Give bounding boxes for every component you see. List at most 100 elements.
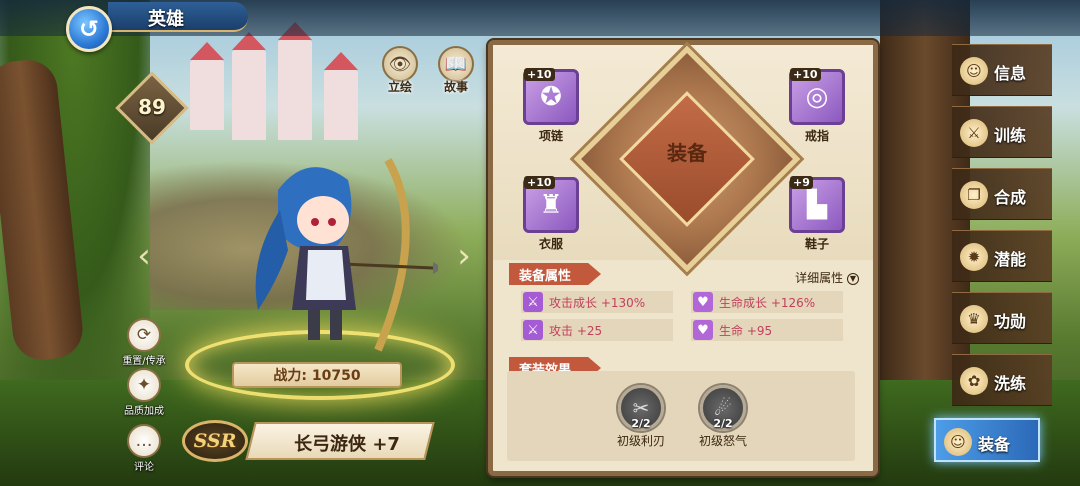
equipment-slot-ring[interactable]: ◎ +10 戒指 bbox=[789, 68, 845, 144]
castle-tower bbox=[190, 42, 224, 130]
eye-icon: 👁 bbox=[388, 53, 412, 75]
necklace-icon: ✪ bbox=[540, 82, 562, 112]
attribute-text: 攻击成长 +130% bbox=[549, 295, 646, 310]
slot-name: 戒指 bbox=[804, 129, 829, 143]
refine-icon: ✿ bbox=[960, 367, 988, 395]
prev-hero-arrow[interactable]: ‹ bbox=[132, 236, 156, 276]
merit-icon: ♛ bbox=[960, 305, 988, 333]
tab-label: 洗练 bbox=[994, 374, 1027, 393]
book-icon: 📖 bbox=[444, 53, 468, 75]
tab-training[interactable]: ⚔ 训练 bbox=[952, 106, 1052, 158]
slot-level: +9 bbox=[790, 176, 813, 189]
story-button[interactable]: 📖 bbox=[438, 46, 474, 82]
attribute-text: 生命成长 +126% bbox=[719, 295, 816, 310]
tab-info[interactable]: ☺ 信息 bbox=[952, 44, 1052, 96]
compose-icon: ❐ bbox=[960, 181, 988, 209]
portrait-button[interactable]: 👁 bbox=[382, 46, 418, 82]
potential-icon: ✹ bbox=[960, 243, 988, 271]
attribute-row: ⚔ 攻击成长 +130% bbox=[521, 291, 673, 313]
next-hero-arrow[interactable]: › bbox=[452, 236, 476, 276]
tab-potential[interactable]: ✹ 潜能 bbox=[952, 230, 1052, 282]
combat-power: 战力: 10750 bbox=[232, 362, 402, 388]
sword-icon: ⚔ bbox=[523, 320, 543, 340]
training-icon: ⚔ bbox=[960, 119, 988, 147]
tab-compose[interactable]: ❐ 合成 bbox=[952, 168, 1052, 220]
tab-label: 信息 bbox=[994, 64, 1027, 83]
attribute-row: ⚔ 攻击 +25 bbox=[521, 319, 673, 341]
boots-icon: ▙ bbox=[807, 190, 827, 220]
arrow-tip bbox=[433, 262, 438, 274]
set-name: 初级利刃 bbox=[616, 434, 665, 448]
tab-label: 装备 bbox=[978, 435, 1011, 454]
equipment-slot-necklace[interactable]: ✪ +10 项链 bbox=[523, 68, 579, 144]
hero-eye bbox=[328, 218, 336, 226]
attribute-row: ♥ 生命成长 +126% bbox=[691, 291, 843, 313]
hero-leg bbox=[308, 310, 320, 340]
set-name: 初级怒气 bbox=[698, 434, 747, 448]
longbow bbox=[374, 158, 410, 352]
hero-eye bbox=[311, 218, 319, 226]
slot-level: +10 bbox=[524, 68, 555, 81]
slot-level: +10 bbox=[524, 176, 555, 189]
back-arrow-icon: ↺ bbox=[78, 15, 100, 43]
chevron-down-icon: ▼ bbox=[847, 272, 859, 285]
reset-inherit-label: 重置/传承 bbox=[122, 356, 166, 367]
ring-icon: ◎ bbox=[805, 82, 829, 112]
rarity-badge: SSR bbox=[182, 420, 248, 462]
castle-tower bbox=[324, 52, 358, 140]
castle-tower bbox=[278, 22, 312, 140]
heart-icon: ♥ bbox=[693, 292, 713, 312]
tab-merit[interactable]: ♛ 功勋 bbox=[952, 292, 1052, 344]
attribute-row: ♥ 生命 +95 bbox=[691, 319, 843, 341]
portrait-label: 立绘 bbox=[387, 80, 412, 94]
comment-button[interactable]: … 评论 bbox=[120, 424, 168, 473]
castle-tower bbox=[232, 32, 266, 140]
info-icon: ☺ bbox=[960, 57, 988, 85]
hero-leg bbox=[330, 310, 342, 340]
set-effects-area bbox=[507, 371, 855, 461]
hero-character[interactable] bbox=[238, 150, 438, 360]
chat-bubble-icon: … bbox=[127, 424, 161, 458]
right-nav: ☺ 信息 ⚔ 训练 ❐ 合成 ✹ 潜能 ♛ 功勋 ✿ 洗练 ☺ 装备 bbox=[934, 40, 1058, 486]
tab-label: 功勋 bbox=[994, 312, 1027, 331]
armor-icon: ♜ bbox=[539, 190, 563, 220]
slot-name: 鞋子 bbox=[804, 237, 829, 251]
tab-equipment[interactable]: ☺ 装备 bbox=[934, 418, 1040, 462]
equipment-title: 装备 bbox=[667, 141, 707, 165]
tab-label: 潜能 bbox=[994, 250, 1027, 269]
tab-label: 合成 bbox=[994, 188, 1027, 207]
equipment-slot-boots[interactable]: ▙ +9 鞋子 bbox=[789, 176, 845, 252]
quality-bonus-label: 品质加成 bbox=[124, 406, 164, 417]
hero-face bbox=[297, 196, 349, 244]
set-count: 2/2 bbox=[631, 417, 651, 430]
reset-inherit-button[interactable]: ⟳ 重置/传承 bbox=[120, 318, 168, 367]
equipment-slot-armor[interactable]: ♜ +10 衣服 bbox=[523, 176, 579, 252]
slot-name: 项链 bbox=[538, 129, 563, 143]
page-title: 英雄 bbox=[148, 9, 184, 30]
quality-bonus-button[interactable]: ✦ 品质加成 bbox=[120, 368, 168, 417]
set-effect-item[interactable]: ✂ 2/2 初级利刃 bbox=[611, 385, 671, 449]
slot-level: +10 bbox=[790, 68, 821, 81]
detail-label: 详细属性 bbox=[795, 270, 844, 285]
set-effect-item[interactable]: ☄ 2/2 初级怒气 bbox=[693, 385, 753, 449]
flame-icon: ✦ bbox=[127, 368, 161, 402]
equipment-panel: 装备 ✪ +10 项链 ◎ +10 戒指 ♜ +10 衣服 ▙ +9 鞋子 装备… bbox=[488, 40, 878, 476]
tab-label: 训练 bbox=[994, 126, 1027, 145]
sword-icon: ⚔ bbox=[523, 292, 543, 312]
attributes-heading: 装备属性 bbox=[509, 263, 601, 285]
reset-icon: ⟳ bbox=[127, 318, 161, 352]
attribute-text: 攻击 +25 bbox=[549, 323, 603, 338]
tab-refine[interactable]: ✿ 洗练 bbox=[952, 354, 1052, 406]
attribute-text: 生命 +95 bbox=[719, 323, 773, 338]
detail-attributes-button[interactable]: 详细属性 ▼ bbox=[795, 271, 859, 285]
slot-name: 衣服 bbox=[538, 237, 563, 251]
heart-icon: ♥ bbox=[693, 320, 713, 340]
hero-level: 89 bbox=[138, 95, 166, 119]
set-count: 2/2 bbox=[713, 417, 733, 430]
hero-name: 长弓游侠 +7 bbox=[294, 434, 400, 455]
back-button[interactable]: ↺ bbox=[66, 6, 112, 52]
equipment-icon: ☺ bbox=[944, 428, 972, 456]
comment-label: 评论 bbox=[134, 462, 154, 473]
hero-tunic bbox=[306, 250, 346, 300]
story-label: 故事 bbox=[443, 80, 468, 94]
